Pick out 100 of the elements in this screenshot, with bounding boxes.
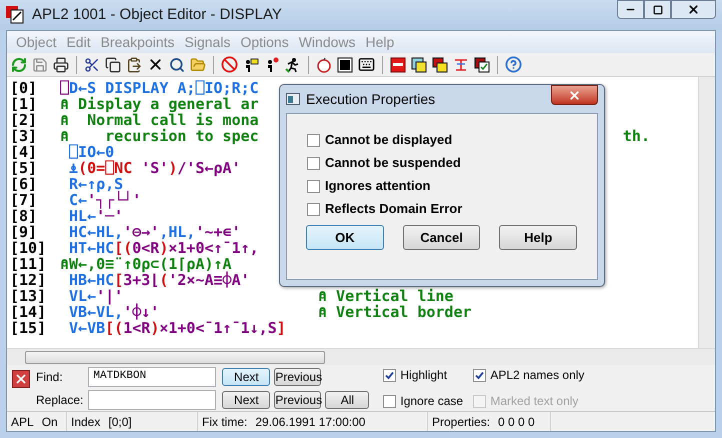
framed-square-icon[interactable] (337, 56, 353, 72)
code-line: VL←'|' (68, 288, 124, 304)
replace-label: Replace: (36, 392, 84, 408)
line-number: [11] (9, 256, 48, 272)
line-number: [3] (9, 128, 38, 144)
line-number: [13] (9, 288, 48, 304)
line-number: [0] (9, 80, 38, 96)
line-number: [7] (9, 192, 38, 208)
search-icon[interactable] (169, 56, 185, 72)
refresh-icon[interactable] (11, 56, 27, 72)
code-line: HC←HL,'⊖→',HL,'~+∊' (68, 224, 241, 240)
close-button[interactable] (671, 0, 716, 19)
code-line: HL←'─' (68, 208, 124, 224)
line-number: [10] (9, 240, 48, 256)
code-line: ⍝ Normal call is mona (60, 112, 259, 128)
vertical-scrollbar[interactable] (698, 77, 715, 348)
code-line: VB←VL,'⌽↓' (68, 304, 160, 320)
push-button[interactable]: Previous (274, 368, 322, 386)
close-find-button[interactable] (12, 370, 30, 388)
horizontal-scrollbar[interactable] (7, 348, 715, 365)
cut-icon[interactable] (84, 56, 100, 72)
dialog-title: Execution Properties (306, 90, 436, 109)
push-button[interactable]: Cancel (402, 225, 480, 250)
close-icon (687, 3, 700, 16)
minimize-button[interactable] (617, 0, 644, 19)
status-value: [0;0] (108, 414, 132, 430)
code-line: R←↑⍴,S (68, 176, 124, 192)
checkbox[interactable] (383, 368, 396, 382)
scrollbar-thumb[interactable] (25, 350, 325, 364)
checkbox[interactable] (307, 180, 320, 192)
help-icon[interactable] (505, 56, 522, 73)
option-label: Marked text only (490, 393, 578, 410)
find-field[interactable]: MATDKBON (88, 366, 216, 386)
paste-icon[interactable] (126, 56, 142, 72)
checked-window-icon[interactable] (474, 56, 490, 72)
option-label: Ignore case (400, 393, 464, 410)
status-value: 29.06.1991 17:00:00 (255, 414, 366, 430)
close-icon (568, 88, 581, 102)
replace-field[interactable] (88, 390, 216, 410)
line-number: [14] (9, 304, 48, 320)
option-label: Highlight (400, 367, 448, 384)
maximize-button[interactable] (644, 0, 671, 19)
push-button[interactable]: Help (499, 225, 578, 250)
copy-icon[interactable] (105, 56, 121, 72)
status-label: APL (11, 414, 34, 430)
running-figure-icon[interactable] (285, 56, 301, 72)
keyboard-icon[interactable] (358, 56, 375, 73)
status-label: Fix time: (202, 414, 248, 430)
save-icon[interactable] (32, 56, 48, 72)
code-line: ⍝ recursion to spec (60, 128, 259, 144)
figure-flag-icon[interactable] (243, 56, 259, 72)
dialog-close-button[interactable] (551, 85, 598, 105)
checkbox[interactable] (307, 156, 320, 170)
checkbox[interactable] (307, 134, 320, 146)
code-line: HB←HC[3+3⌊('2×~A≡⌽A' (69, 272, 250, 288)
line-number: [4] (9, 144, 38, 160)
line-number: [6] (9, 176, 38, 192)
line-number: [9] (9, 224, 38, 240)
code-line: th. (622, 128, 650, 144)
line-number: [2] (9, 112, 38, 128)
push-button[interactable]: Previous (274, 390, 322, 408)
line-number: [5] (9, 160, 38, 176)
minus-window-icon[interactable] (390, 56, 406, 72)
checkbox[interactable] (383, 394, 396, 408)
option-label: Ignores attention (325, 177, 430, 196)
code-line: ⍝W←,0≡¨↑0⍴⊂(1⌈⍴A)↑A (60, 256, 232, 272)
code-line: HT←HC[(0<R)×1+0<↑¯1↑, (68, 240, 259, 256)
line-number: [12] (9, 272, 48, 288)
code-line: V←VB[(1<R)×1+0<¯1↑¯1↓,S] (68, 320, 286, 336)
line-number: [1] (9, 96, 38, 112)
find-label: Find: (36, 368, 64, 386)
line-number: [8] (9, 208, 38, 224)
folder-icon[interactable] (190, 56, 206, 72)
option-label: Cannot be displayed (325, 131, 452, 150)
code-line: ⍎(0=⎕NC 'S')/'S←⍴A' (68, 160, 241, 176)
print-icon[interactable] (53, 56, 69, 72)
window-title: APL2 1001 - Object Editor - DISPLAY (32, 4, 282, 25)
checkbox[interactable] (307, 202, 320, 216)
push-button[interactable]: Next (222, 390, 270, 408)
status-label: Properties: (432, 414, 490, 430)
checkbox[interactable] (473, 368, 486, 382)
code-line: C←'┐┌└┘' (68, 192, 142, 208)
app-icon (6, 6, 24, 24)
dialog-icon (286, 93, 300, 105)
code-comment: ⍝ Vertical border (318, 304, 472, 320)
push-button[interactable]: All (325, 390, 370, 408)
option-label: Cannot be suspended (325, 154, 461, 172)
line-number: [15] (9, 320, 48, 336)
close-icon (14, 372, 28, 386)
option-label: Reflects Domain Error (325, 200, 462, 218)
status-label: Index (71, 414, 100, 430)
option-label: APL2 names only (490, 367, 584, 384)
maximize-icon (652, 4, 662, 14)
code-line: ⎕IO←0 (68, 144, 114, 160)
default-button[interactable]: OK (306, 225, 384, 250)
code-line: ⍝ Display a general ar (60, 96, 259, 112)
status-value: 0 0 0 0 (498, 414, 535, 430)
prohibited-icon[interactable] (221, 56, 238, 73)
default-button[interactable]: Next (222, 368, 270, 386)
code-line: ⎕D←S DISPLAY A;⎕IO;R;C (60, 80, 259, 96)
